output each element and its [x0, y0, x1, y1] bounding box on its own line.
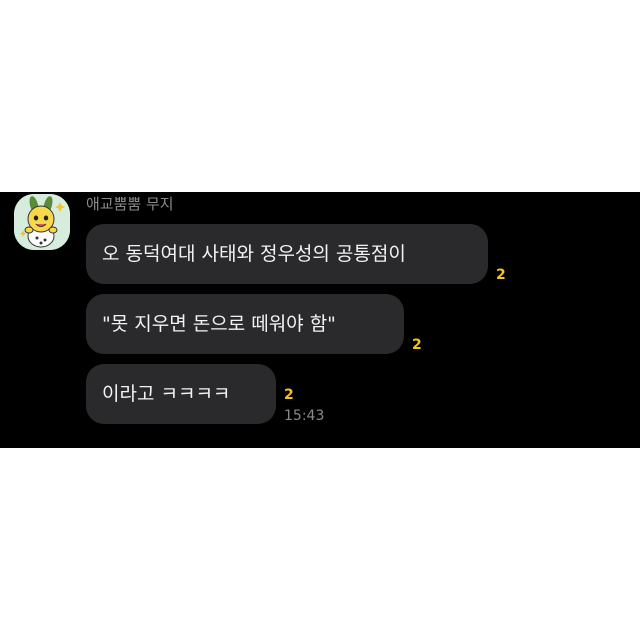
- profile-avatar[interactable]: [14, 194, 70, 250]
- muzi-character-avatar-icon: [14, 194, 70, 250]
- sender-name: 애교뿜뿜 무지: [86, 195, 174, 213]
- message-bubble[interactable]: 오 동덕여대 사태와 정우성의 공통점이: [86, 224, 488, 284]
- unread-count: 2: [496, 267, 506, 283]
- unread-count: 2: [284, 387, 294, 403]
- message-timestamp: 15:43: [284, 408, 325, 424]
- message-bubble[interactable]: 이라고 ㅋㅋㅋㅋ: [86, 364, 276, 424]
- message-bubble[interactable]: "못 지우면 돈으로 떼워야 함": [86, 294, 404, 354]
- unread-count: 2: [412, 337, 422, 353]
- chat-panel: 애교뿜뿜 무지 오 동덕여대 사태와 정우성의 공통점이 2 "못 지우면 돈으…: [0, 192, 640, 448]
